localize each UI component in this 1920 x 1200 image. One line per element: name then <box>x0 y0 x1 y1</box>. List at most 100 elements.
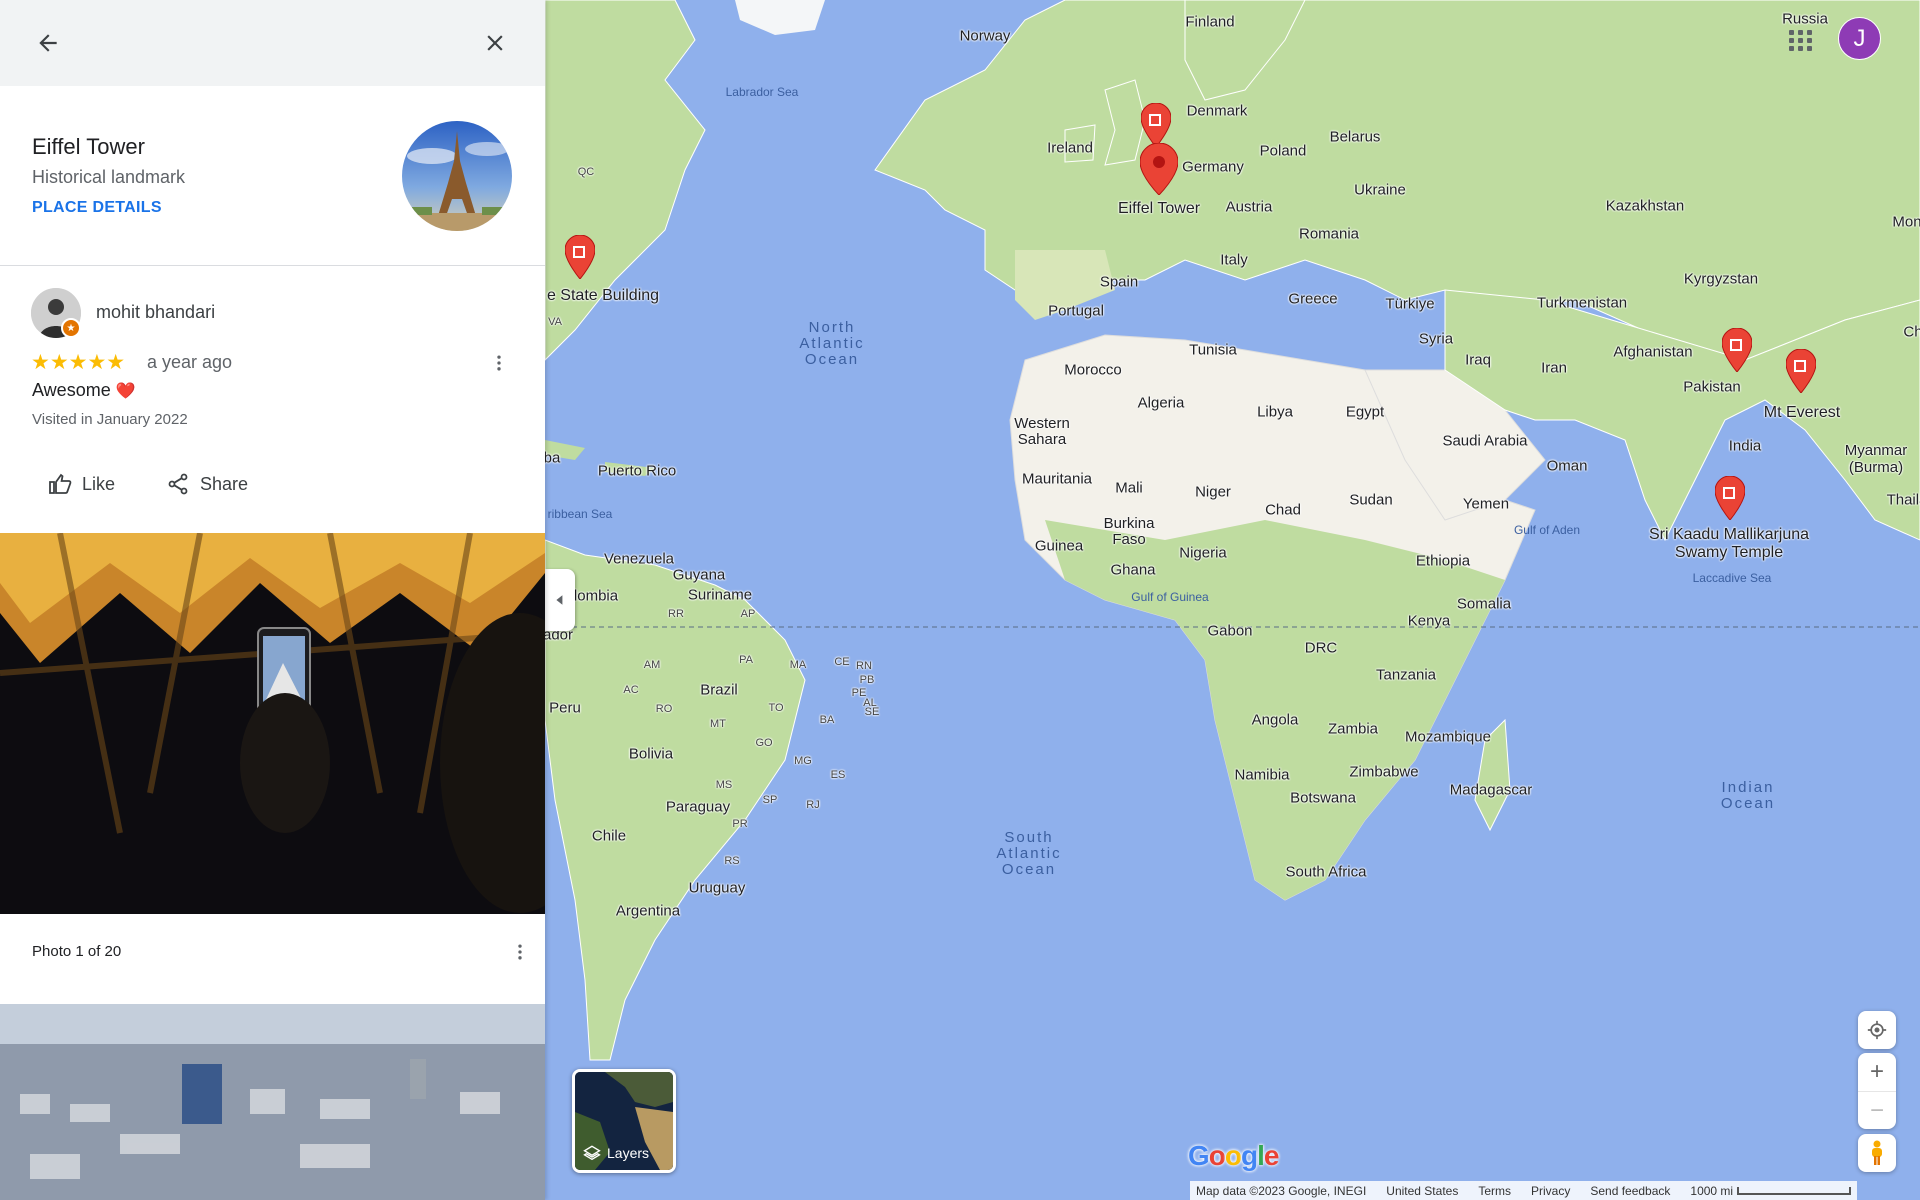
scale-bar[interactable]: 1000 mi <box>1690 1184 1852 1198</box>
zoom-in-button[interactable]: + <box>1858 1053 1896 1091</box>
map-label-ocean[interactable]: North Atlantic Ocean <box>799 320 864 368</box>
map-label-country[interactable]: Madagascar <box>1450 782 1533 799</box>
map-label-country[interactable]: Suriname <box>688 587 752 604</box>
map-label-country[interactable]: South Africa <box>1286 864 1367 881</box>
map-label-country[interactable]: Egypt <box>1346 404 1384 421</box>
map-label-region[interactable]: ES <box>831 769 846 781</box>
map-label-country[interactable]: Sudan <box>1349 492 1392 509</box>
map-label-ocean[interactable]: Indian Ocean <box>1721 780 1775 812</box>
map-label-country[interactable]: Ethiopia <box>1416 553 1470 570</box>
map-label-sea[interactable]: Laccadive Sea <box>1693 571 1772 585</box>
map-label-country[interactable]: Uruguay <box>689 880 746 897</box>
map-label-country[interactable]: Thaila <box>1887 492 1920 509</box>
back-button[interactable] <box>28 23 68 63</box>
send-feedback-link[interactable]: Send feedback <box>1590 1184 1670 1198</box>
map-label-country[interactable]: Germany <box>1182 159 1244 176</box>
map-label-sea[interactable]: Gulf of Aden <box>1514 523 1580 537</box>
review-photo-2[interactable] <box>0 1004 545 1200</box>
map-label-region[interactable]: RN <box>856 660 872 672</box>
map-label-sea[interactable]: ribbean Sea <box>548 507 613 521</box>
map-label-region[interactable]: GO <box>755 737 772 749</box>
map-label-country[interactable]: DRC <box>1305 640 1338 657</box>
map-label-region[interactable]: SE <box>865 706 880 718</box>
reviewer-name[interactable]: mohit bhandari <box>96 302 215 323</box>
map-label-country[interactable]: Somalia <box>1457 596 1511 613</box>
map-label-country[interactable]: Ghana <box>1110 562 1155 579</box>
map-label-country[interactable]: Guinea <box>1035 538 1083 555</box>
map-canvas[interactable]: Finland Norway Russia Denmark Ireland Be… <box>545 0 1920 1200</box>
collapse-panel-button[interactable] <box>545 569 575 631</box>
map-label-region[interactable]: VA <box>548 316 562 328</box>
map-label-region[interactable]: MG <box>794 755 812 767</box>
map-label-country[interactable]: Kazakhstan <box>1606 198 1684 215</box>
map-label-region[interactable]: MT <box>710 718 726 730</box>
privacy-link[interactable]: Privacy <box>1531 1184 1570 1198</box>
map-label-country[interactable]: Austria <box>1226 199 1273 216</box>
map-label-region[interactable]: TO <box>768 702 783 714</box>
map-label-country[interactable]: Syria <box>1419 331 1453 348</box>
like-button[interactable]: Like <box>48 472 115 496</box>
map-label-country[interactable]: Peru <box>549 700 581 717</box>
layers-button[interactable]: Layers <box>572 1069 676 1173</box>
share-button[interactable]: Share <box>166 472 248 496</box>
map-label-country[interactable]: Western Sahara <box>1014 416 1070 448</box>
map-label-country[interactable]: Romania <box>1299 226 1359 243</box>
map-label-sea[interactable]: Labrador Sea <box>726 85 799 99</box>
poi-label-sri-kaadu-temple[interactable]: Sri Kaadu Mallikarjuna Swamy Temple <box>1649 526 1809 562</box>
map-label-country[interactable]: Paraguay <box>666 799 730 816</box>
map-label-country[interactable]: Gabon <box>1207 623 1252 640</box>
terms-link[interactable]: Terms <box>1478 1184 1511 1198</box>
street-view-pegman-button[interactable] <box>1858 1134 1896 1172</box>
map-label-country[interactable]: Portugal <box>1048 303 1104 320</box>
map-label-region[interactable]: PA <box>739 654 753 666</box>
map-label-country[interactable]: Türkiye <box>1385 296 1434 313</box>
map-label-region[interactable]: PR <box>732 818 747 830</box>
poi-label-mt-everest[interactable]: Mt Everest <box>1764 404 1840 422</box>
map-label-region[interactable]: SP <box>763 794 778 806</box>
map-label-region[interactable]: MA <box>790 659 807 671</box>
poi-label-empire-state-building[interactable]: e State Building <box>547 287 659 305</box>
saved-place-pin-icon[interactable] <box>1721 327 1753 377</box>
map-label-country[interactable]: Ireland <box>1047 140 1093 157</box>
review-photo[interactable] <box>0 533 545 914</box>
map-label-country[interactable]: Kenya <box>1408 613 1451 630</box>
saved-place-pin-icon[interactable] <box>564 234 596 284</box>
selected-place-pin-icon[interactable] <box>1139 142 1179 200</box>
map-label-region[interactable]: AC <box>623 684 638 696</box>
map-label-country[interactable]: Belarus <box>1330 129 1381 146</box>
map-label-country[interactable]: Morocco <box>1064 362 1122 379</box>
my-location-button[interactable] <box>1858 1011 1896 1049</box>
account-avatar-button[interactable]: J <box>1838 17 1881 60</box>
saved-place-pin-icon[interactable] <box>1714 475 1746 525</box>
country-link[interactable]: United States <box>1386 1184 1458 1198</box>
map-label-country[interactable]: Afghanistan <box>1613 344 1692 361</box>
map-label-country[interactable]: Spain <box>1100 274 1138 291</box>
map-label-country[interactable]: Mauritania <box>1022 471 1092 488</box>
close-button[interactable] <box>475 23 515 63</box>
map-label-country[interactable]: Puerto Rico <box>598 463 676 480</box>
map-label-country[interactable]: Bolivia <box>629 746 673 763</box>
review-more-options-button[interactable] <box>484 348 514 378</box>
poi-label-eiffel-tower[interactable]: Eiffel Tower <box>1118 200 1200 218</box>
map-label-country[interactable]: Nigeria <box>1179 545 1227 562</box>
map-label-country[interactable]: Turkmenistan <box>1537 295 1627 312</box>
map-label-region[interactable]: QC <box>578 166 595 178</box>
map-label-country[interactable]: Pakistan <box>1683 379 1741 396</box>
map-label-country[interactable]: Ch <box>1903 324 1920 341</box>
map-label-region[interactable]: BA <box>820 714 835 726</box>
map-label-country[interactable]: Botswana <box>1290 790 1356 807</box>
map-label-sea[interactable]: Gulf of Guinea <box>1131 590 1208 604</box>
map-label-country[interactable]: Saudi Arabia <box>1442 433 1527 450</box>
place-details-link[interactable]: PLACE DETAILS <box>32 199 162 217</box>
map-label-country[interactable]: Mali <box>1115 480 1143 497</box>
map-label-country[interactable]: Niger <box>1195 484 1231 501</box>
map-label-country[interactable]: Ukraine <box>1354 182 1406 199</box>
map-label-country[interactable]: Myanmar (Burma) <box>1845 442 1908 476</box>
map-label-country[interactable]: Chile <box>592 828 626 845</box>
map-label-region[interactable]: RR <box>668 608 684 620</box>
map-label-country[interactable]: ba <box>545 450 560 467</box>
map-label-region[interactable]: AP <box>741 608 756 620</box>
map-label-country[interactable]: lombia <box>574 588 618 605</box>
map-label-country[interactable]: India <box>1729 438 1762 455</box>
map-label-region[interactable]: RS <box>724 855 739 867</box>
